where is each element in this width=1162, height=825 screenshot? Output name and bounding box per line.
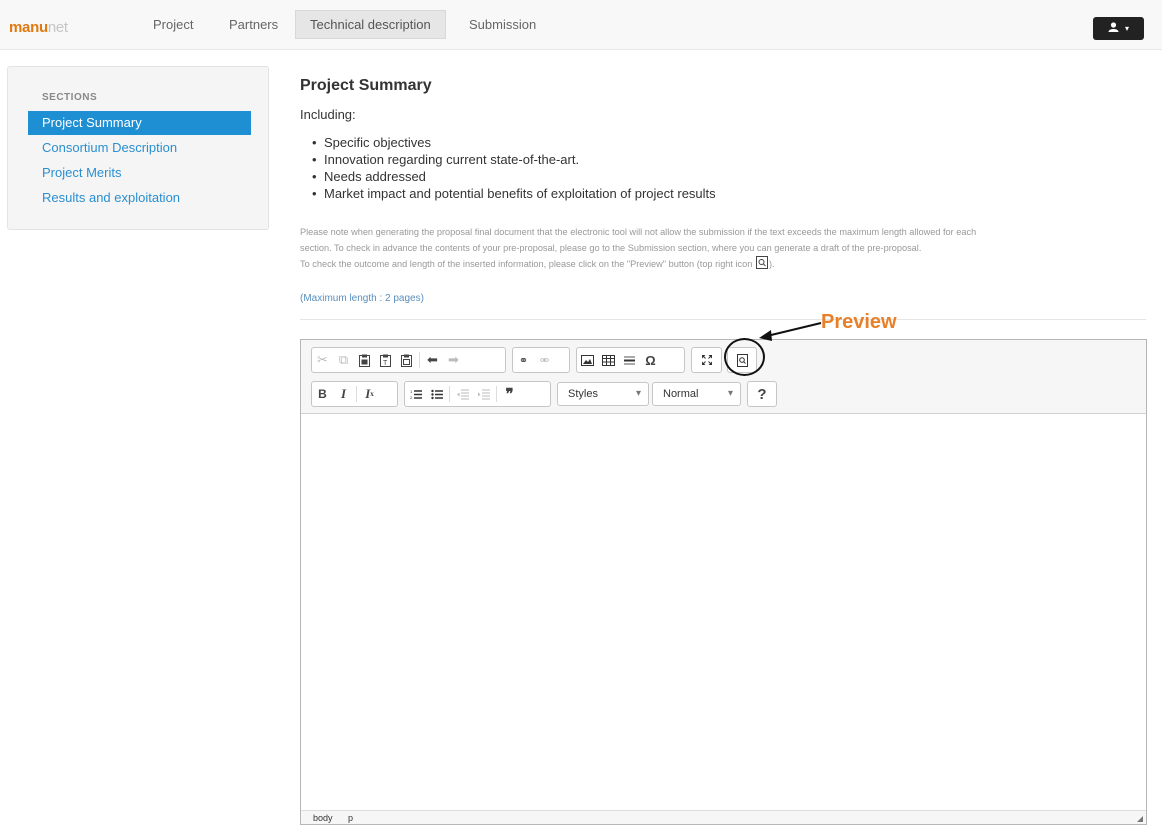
table-icon[interactable] — [598, 349, 619, 371]
redo-icon[interactable]: ➡ — [443, 349, 464, 371]
nav-submission[interactable]: Submission — [461, 10, 544, 39]
svg-text:T: T — [383, 360, 388, 367]
page-title: Project Summary — [300, 77, 432, 94]
numbered-list-icon[interactable]: 12 — [405, 383, 426, 405]
note-line: section. To check in advance the content… — [300, 243, 922, 253]
paste-text-icon[interactable]: T — [375, 349, 396, 371]
annotation-circle — [724, 338, 765, 376]
list-item: Innovation regarding current state-of-th… — [312, 151, 716, 168]
unlink-icon[interactable]: ⚮ — [534, 349, 555, 371]
note-line: To check the outcome and length of the i… — [300, 256, 1150, 272]
link-icon[interactable]: ⚭ — [513, 349, 534, 371]
rich-text-editor: ✂ ⧉ T ⬅ ➡ ⚭ ⚮ Ω B I I x 1 2 ❞ Styles ▾ N… — [300, 339, 1147, 825]
user-menu-button[interactable]: ▾ — [1093, 17, 1144, 40]
clipboard-group: ✂ ⧉ T ⬅ ➡ — [311, 347, 506, 373]
separator — [496, 386, 497, 402]
list-item: Market impact and potential benefits of … — [312, 185, 716, 202]
max-length-label: (Maximum length : 2 pages) — [300, 293, 424, 304]
chevron-down-icon: ▾ — [727, 388, 733, 399]
nav-technical-description[interactable]: Technical description — [295, 10, 446, 39]
user-icon — [1108, 22, 1119, 32]
italic-icon[interactable]: I — [333, 383, 354, 405]
chevron-down-icon: ▾ — [1125, 24, 1130, 33]
submission-note: Please note when generating the proposal… — [300, 224, 1150, 272]
preview-icon — [755, 256, 768, 269]
sidebar-item-project-summary[interactable]: Project Summary — [28, 111, 251, 135]
nav-partners[interactable]: Partners — [221, 10, 286, 39]
brand-logo[interactable]: manunet — [9, 19, 68, 36]
including-label: Including: — [300, 107, 356, 122]
bulleted-list-icon[interactable] — [426, 383, 447, 405]
sidebar-item-project-merits[interactable]: Project Merits — [28, 161, 251, 185]
chevron-down-icon: ▾ — [635, 388, 641, 399]
maximize-icon[interactable] — [692, 349, 721, 371]
list-item: Specific objectives — [312, 134, 716, 151]
sidebar-item-consortium-description[interactable]: Consortium Description — [28, 136, 251, 160]
top-navbar: manunet Project Partners Technical descr… — [0, 0, 1162, 50]
indent-icon[interactable] — [473, 383, 494, 405]
outdent-icon[interactable] — [452, 383, 473, 405]
brand-part2: net — [47, 19, 68, 36]
annotation-arrow-icon — [759, 322, 822, 341]
element-path-body[interactable]: body — [313, 813, 333, 823]
format-dropdown[interactable]: Normal ▾ — [652, 382, 741, 406]
remove-format-icon[interactable]: Ix — [359, 383, 380, 405]
svg-text:2: 2 — [410, 395, 413, 400]
undo-icon[interactable]: ⬅ — [422, 349, 443, 371]
help-group: ? — [747, 381, 777, 407]
copy-icon[interactable]: ⧉ — [333, 349, 354, 371]
requirements-list: Specific objectives Innovation regarding… — [312, 134, 716, 202]
basic-styles-group: B I Ix — [311, 381, 398, 407]
separator — [449, 386, 450, 402]
format-dropdown-label: Normal — [663, 388, 699, 400]
note-text: ). — [768, 259, 775, 269]
insert-group: Ω — [576, 347, 685, 373]
horizontal-line-icon[interactable] — [619, 349, 640, 371]
bold-icon[interactable]: B — [312, 383, 333, 405]
sidebar-item-results-exploitation[interactable]: Results and exploitation — [28, 186, 251, 210]
element-path-p[interactable]: p — [348, 813, 353, 823]
blockquote-icon[interactable]: ❞ — [499, 383, 520, 405]
resize-handle-icon[interactable] — [1137, 816, 1143, 822]
cut-icon[interactable]: ✂ — [312, 349, 333, 371]
paste-word-icon[interactable] — [396, 349, 417, 371]
editor-content-area[interactable] — [301, 415, 1146, 810]
separator — [419, 352, 420, 368]
editor-toolbar: ✂ ⧉ T ⬅ ➡ ⚭ ⚮ Ω B I I x 1 2 ❞ Styles ▾ N… — [301, 340, 1146, 414]
editor-statusbar: body p — [301, 810, 1146, 824]
preview-annotation-label: Preview — [821, 311, 897, 333]
paragraph-group: 12 ❞ — [404, 381, 551, 407]
paste-icon[interactable] — [354, 349, 375, 371]
brand-part1: manu — [9, 19, 48, 36]
sections-sidebar: SECTIONS Project Summary Consortium Desc… — [7, 66, 269, 230]
list-item: Needs addressed — [312, 168, 716, 185]
link-group: ⚭ ⚮ — [512, 347, 570, 373]
help-icon[interactable]: ? — [748, 383, 776, 405]
styles-dropdown[interactable]: Styles ▾ — [557, 382, 649, 406]
styles-dropdown-label: Styles — [568, 388, 598, 400]
note-line: Please note when generating the proposal… — [300, 227, 977, 237]
maximize-group — [691, 347, 722, 373]
nav-project[interactable]: Project — [145, 10, 201, 39]
svg-text:1: 1 — [410, 389, 413, 394]
sidebar-title: SECTIONS — [42, 92, 98, 103]
special-char-icon[interactable]: Ω — [640, 349, 661, 371]
note-text: To check the outcome and length of the i… — [300, 259, 753, 269]
separator — [356, 386, 357, 402]
image-icon[interactable] — [577, 349, 598, 371]
divider — [300, 319, 1146, 320]
